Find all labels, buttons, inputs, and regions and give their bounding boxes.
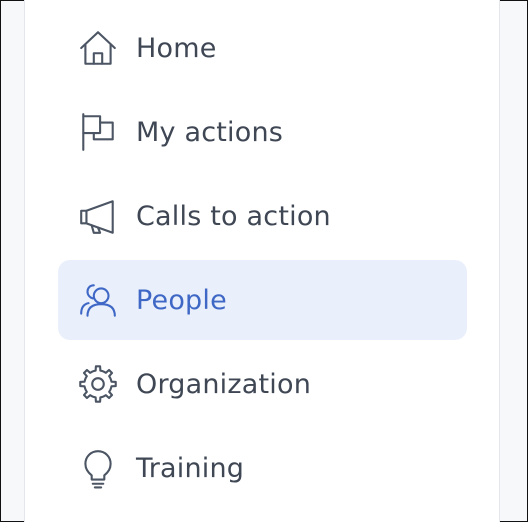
sidebar-item-label: Training xyxy=(136,452,245,484)
megaphone-icon xyxy=(76,194,120,238)
sidebar-item-label: Calls to action xyxy=(136,200,331,232)
gear-icon xyxy=(76,362,120,406)
lightbulb-icon xyxy=(76,446,120,490)
sidebar-item-calls-to-action[interactable]: Calls to action xyxy=(58,176,467,256)
sidebar-item-label: Organization xyxy=(136,368,312,400)
people-icon xyxy=(76,278,120,322)
sidebar-item-people[interactable]: People xyxy=(58,260,467,340)
sidebar-item-my-actions[interactable]: My actions xyxy=(58,92,467,172)
sidebar-item-label: Home xyxy=(136,32,217,64)
sidebar-item-home[interactable]: Home xyxy=(58,8,467,88)
sidebar-item-label: People xyxy=(136,284,227,316)
sidebar-nav: Home My actions Calls to action People O… xyxy=(24,0,500,522)
sidebar-item-training[interactable]: Training xyxy=(58,428,467,508)
sidebar-item-organization[interactable]: Organization xyxy=(58,344,467,424)
home-icon xyxy=(76,26,120,70)
sidebar-item-label: My actions xyxy=(136,116,284,148)
flag-icon xyxy=(76,110,120,154)
